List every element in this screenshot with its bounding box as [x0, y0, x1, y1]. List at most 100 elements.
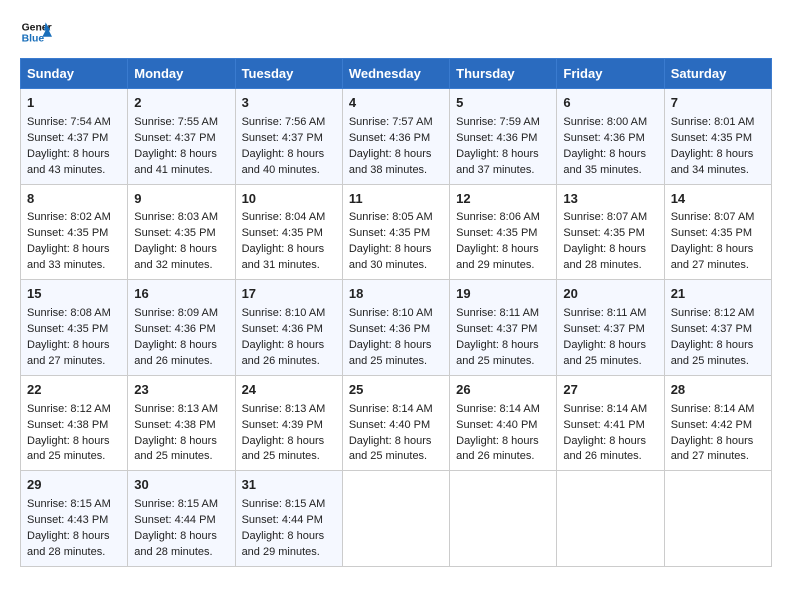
sunrise: Sunrise: 7:56 AM [242, 116, 326, 128]
sunset: Sunset: 4:35 PM [456, 227, 537, 239]
calendar-cell: 11Sunrise: 8:05 AMSunset: 4:35 PMDayligh… [342, 184, 449, 280]
day-number: 28 [671, 381, 765, 400]
week-row-4: 22Sunrise: 8:12 AMSunset: 4:38 PMDayligh… [21, 375, 772, 471]
daylight: Daylight: 8 hours and 28 minutes. [134, 530, 217, 558]
day-number: 6 [563, 94, 657, 113]
sunrise: Sunrise: 8:13 AM [134, 403, 218, 415]
day-number: 5 [456, 94, 550, 113]
sunrise: Sunrise: 8:11 AM [456, 307, 539, 319]
daylight: Daylight: 8 hours and 25 minutes. [563, 339, 646, 367]
calendar-cell: 3Sunrise: 7:56 AMSunset: 4:37 PMDaylight… [235, 89, 342, 185]
sunset: Sunset: 4:38 PM [134, 419, 215, 431]
svg-text:Blue: Blue [22, 34, 45, 45]
daylight: Daylight: 8 hours and 25 minutes. [134, 435, 217, 463]
day-number: 24 [242, 381, 336, 400]
week-row-1: 1Sunrise: 7:54 AMSunset: 4:37 PMDaylight… [21, 89, 772, 185]
calendar-cell [557, 471, 664, 567]
logo-icon: General Blue [20, 16, 52, 48]
day-number: 27 [563, 381, 657, 400]
daylight: Daylight: 8 hours and 25 minutes. [349, 339, 432, 367]
daylight: Daylight: 8 hours and 38 minutes. [349, 148, 432, 176]
calendar-cell: 12 Sunrise: 8:06 AM Sunset: 4:35 PM Dayligh… [450, 184, 557, 280]
daylight: Daylight: 8 hours and 34 minutes. [671, 148, 754, 176]
calendar-cell: 8Sunrise: 8:02 AMSunset: 4:35 PMDaylight… [21, 184, 128, 280]
sunrise: Sunrise: 7:54 AM [27, 116, 111, 128]
sunrise: Sunrise: 8:07 AM [671, 211, 755, 223]
sunset: Sunset: 4:37 PM [671, 323, 752, 335]
daylight: Daylight: 8 hours and 31 minutes. [242, 243, 325, 271]
sunrise: Sunrise: 8:10 AM [242, 307, 326, 319]
daylight: Daylight: 8 hours and 32 minutes. [134, 243, 217, 271]
sunset: Sunset: 4:37 PM [27, 132, 108, 144]
sunrise: Sunrise: 8:02 AM [27, 211, 111, 223]
sunset: Sunset: 4:36 PM [456, 132, 537, 144]
sunrise: Sunrise: 8:14 AM [349, 403, 433, 415]
calendar-cell: 17Sunrise: 8:10 AMSunset: 4:36 PMDayligh… [235, 280, 342, 376]
sunrise: Sunrise: 8:11 AM [563, 307, 646, 319]
sunrise: Sunrise: 8:06 AM [456, 211, 540, 223]
calendar-cell: 20 Sunrise: 8:11 AM Sunset: 4:37 PM Dayligh… [557, 280, 664, 376]
sunrise: Sunrise: 8:04 AM [242, 211, 326, 223]
day-number: 12 [456, 190, 550, 209]
daylight: Daylight: 8 hours and 28 minutes. [27, 530, 110, 558]
sunset: Sunset: 4:43 PM [27, 514, 108, 526]
header-row: SundayMondayTuesdayWednesdayThursdayFrid… [21, 59, 772, 89]
calendar-cell: 23 Sunrise: 8:13 AM Sunset: 4:38 PM Dayligh… [128, 375, 235, 471]
day-number: 23 [134, 381, 228, 400]
sunset: Sunset: 4:35 PM [671, 227, 752, 239]
day-number: 29 [27, 476, 121, 495]
logo: General Blue [20, 16, 52, 48]
day-number: 18 [349, 285, 443, 304]
daylight: Daylight: 8 hours and 25 minutes. [671, 339, 754, 367]
daylight: Daylight: 8 hours and 26 minutes. [242, 339, 325, 367]
calendar-cell: 16Sunrise: 8:09 AMSunset: 4:36 PMDayligh… [128, 280, 235, 376]
day-header-monday: Monday [128, 59, 235, 89]
daylight: Daylight: 8 hours and 37 minutes. [456, 148, 539, 176]
daylight: Daylight: 8 hours and 26 minutes. [563, 435, 646, 463]
daylight: Daylight: 8 hours and 27 minutes. [671, 435, 754, 463]
sunrise: Sunrise: 8:05 AM [349, 211, 433, 223]
day-number: 17 [242, 285, 336, 304]
sunrise: Sunrise: 8:03 AM [134, 211, 218, 223]
daylight: Daylight: 8 hours and 29 minutes. [456, 243, 539, 271]
daylight: Daylight: 8 hours and 30 minutes. [349, 243, 432, 271]
sunrise: Sunrise: 8:14 AM [456, 403, 540, 415]
daylight: Daylight: 8 hours and 35 minutes. [563, 148, 646, 176]
calendar-cell: 7Sunrise: 8:01 AMSunset: 4:35 PMDaylight… [664, 89, 771, 185]
daylight: Daylight: 8 hours and 40 minutes. [242, 148, 325, 176]
daylight: Daylight: 8 hours and 33 minutes. [27, 243, 110, 271]
sunset: Sunset: 4:37 PM [563, 323, 644, 335]
sunset: Sunset: 4:36 PM [134, 323, 215, 335]
calendar-cell: 26Sunrise: 8:14 AMSunset: 4:40 PMDayligh… [450, 375, 557, 471]
sunset: Sunset: 4:44 PM [134, 514, 215, 526]
week-row-5: 29 Sunrise: 8:15 AM Sunset: 4:43 PM Dayligh… [21, 471, 772, 567]
day-number: 8 [27, 190, 121, 209]
calendar-cell: 18Sunrise: 8:10 AMSunset: 4:36 PMDayligh… [342, 280, 449, 376]
day-header-sunday: Sunday [21, 59, 128, 89]
day-number: 14 [671, 190, 765, 209]
daylight: Daylight: 8 hours and 29 minutes. [242, 530, 325, 558]
sunrise: Sunrise: 8:12 AM [671, 307, 755, 319]
sunset: Sunset: 4:37 PM [134, 132, 215, 144]
daylight: Daylight: 8 hours and 26 minutes. [134, 339, 217, 367]
day-number: 26 [456, 381, 550, 400]
calendar-cell: 27Sunrise: 8:14 AMSunset: 4:41 PMDayligh… [557, 375, 664, 471]
day-header-saturday: Saturday [664, 59, 771, 89]
day-number: 20 [563, 285, 657, 304]
sunset: Sunset: 4:37 PM [456, 323, 537, 335]
sunrise: Sunrise: 8:14 AM [563, 403, 647, 415]
sunrise: Sunrise: 8:15 AM [27, 498, 111, 510]
day-number: 7 [671, 94, 765, 113]
sunset: Sunset: 4:39 PM [242, 419, 323, 431]
sunrise: Sunrise: 8:08 AM [27, 307, 111, 319]
day-number: 15 [27, 285, 121, 304]
sunset: Sunset: 4:35 PM [563, 227, 644, 239]
sunrise: Sunrise: 8:12 AM [27, 403, 111, 415]
calendar-cell: 15Sunrise: 8:08 AMSunset: 4:35 PMDayligh… [21, 280, 128, 376]
sunset: Sunset: 4:36 PM [349, 323, 430, 335]
daylight: Daylight: 8 hours and 25 minutes. [242, 435, 325, 463]
sunset: Sunset: 4:44 PM [242, 514, 323, 526]
sunrise: Sunrise: 8:15 AM [134, 498, 218, 510]
sunset: Sunset: 4:42 PM [671, 419, 752, 431]
day-header-tuesday: Tuesday [235, 59, 342, 89]
